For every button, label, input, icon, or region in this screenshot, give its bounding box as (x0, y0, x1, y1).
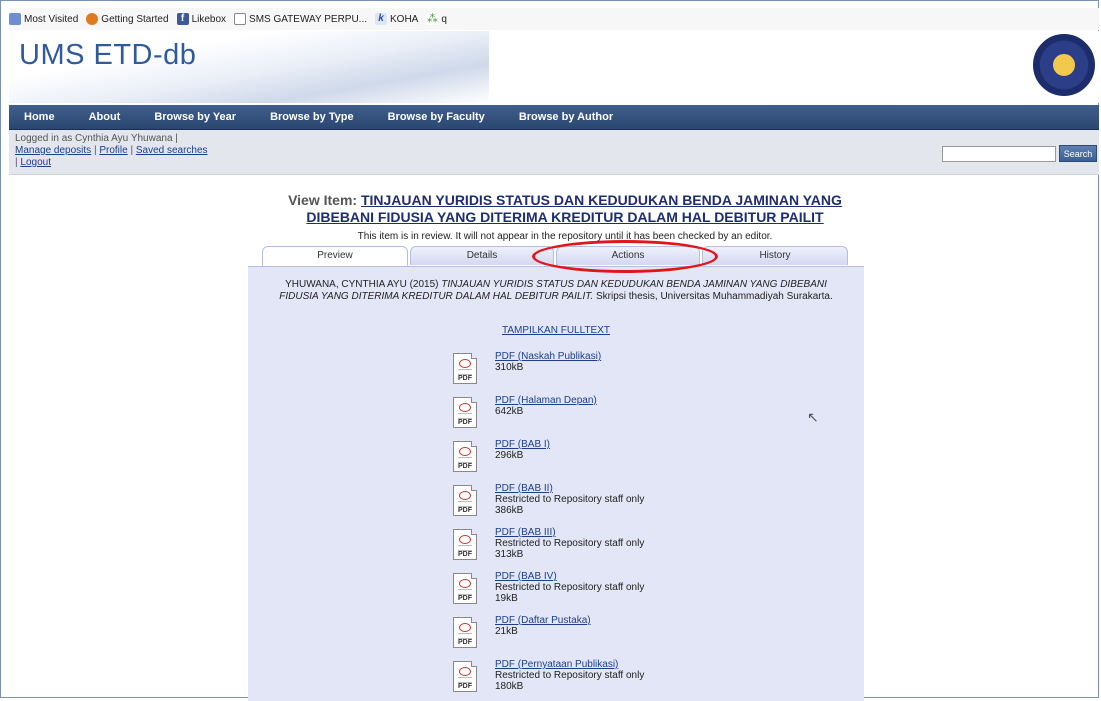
document-size: 296kB (495, 450, 524, 461)
citation-rest: Skripsi thesis, Universitas Muhammadiyah… (595, 291, 833, 302)
pdf-file-icon[interactable]: PDF (453, 573, 477, 604)
document-link[interactable]: PDF (BAB IV) (495, 571, 557, 582)
view-item-label: View Item: (288, 192, 358, 208)
account-links: Manage deposits | Profile | Saved search… (15, 145, 208, 156)
site-title[interactable]: UMS ETD-db (19, 39, 196, 72)
fulltext-link[interactable]: TAMPILKAN FULLTEXT (502, 325, 610, 336)
q-icon: ⁂ (426, 13, 439, 25)
search-button[interactable]: Search (1059, 145, 1097, 162)
document-size: 386kB (495, 505, 524, 516)
main-nav: Home About Browse by Year Browse by Type… (9, 105, 1099, 130)
pdf-file-icon[interactable]: PDF (453, 529, 477, 560)
logout-row: | Logout (15, 157, 51, 168)
most-visited-icon (9, 13, 21, 25)
citation-author: YHUWANA, CYNTHIA AYU (2015) (285, 279, 439, 290)
nav-home[interactable]: Home (9, 111, 72, 123)
document-link[interactable]: PDF (Naskah Publikasi) (495, 351, 601, 362)
bookmark-likebox[interactable]: f Likebox (176, 13, 226, 25)
document-link[interactable]: PDF (BAB I) (495, 439, 550, 450)
pdf-file-icon[interactable]: PDF (453, 397, 477, 428)
pdf-file-icon[interactable]: PDF (453, 661, 477, 692)
document-size: 313kB (495, 549, 524, 560)
pdf-file-icon[interactable]: PDF (453, 353, 477, 384)
login-status: Logged in as Cynthia Ayu Yhuwana | (15, 133, 178, 144)
manage-deposits-link[interactable]: Manage deposits (15, 145, 91, 156)
pdf-file-icon[interactable]: PDF (453, 441, 477, 472)
document-item: PDF PDF (Naskah Publikasi) 310kB (453, 351, 753, 391)
document-size: 21kB (495, 626, 518, 637)
restriction-note: Restricted to Repository staff only (495, 538, 645, 549)
login-bar: Logged in as Cynthia Ayu Yhuwana | Manag… (9, 130, 1099, 175)
document-item: PDF PDF (BAB II) Restricted to Repository… (453, 483, 753, 523)
document-link[interactable]: PDF (Halaman Depan) (495, 395, 597, 406)
nav-browse-by-year[interactable]: Browse by Year (137, 111, 253, 123)
document-link[interactable]: PDF (Pernyataan Publikasi) (495, 659, 618, 670)
citation: YHUWANA, CYNTHIA AYU (2015) TINJAUAN YUR… (268, 279, 844, 303)
pdf-file-icon[interactable]: PDF (453, 485, 477, 516)
tab-preview[interactable]: Preview (262, 246, 408, 266)
restriction-note: Restricted to Repository staff only (495, 494, 645, 505)
bookmark-getting-started[interactable]: Getting Started (86, 13, 169, 25)
profile-link[interactable]: Profile (99, 145, 127, 156)
preview-panel: YHUWANA, CYNTHIA AYU (2015) TINJAUAN YUR… (248, 266, 864, 701)
facebook-icon: f (176, 13, 189, 25)
document-item: PDF PDF (Daftar Pustaka) 21kB (453, 615, 753, 655)
tab-history[interactable]: History (702, 246, 848, 265)
bookmark-koha[interactable]: k KOHA (375, 13, 418, 25)
site-header: UMS ETD-db (9, 31, 1099, 103)
document-link[interactable]: PDF (Daftar Pustaka) (495, 615, 591, 626)
university-seal-icon (1033, 34, 1095, 96)
nav-about[interactable]: About (72, 111, 138, 123)
document-item: PDF PDF (BAB IV) Restricted to Repository… (453, 571, 753, 611)
document-size: 642kB (495, 406, 524, 417)
search-input[interactable] (942, 146, 1056, 162)
bookmarks-bar: Most Visited Getting Started f Likebox SM… (9, 8, 1099, 30)
fulltext-row: TAMPILKAN FULLTEXT (268, 325, 844, 336)
document-link[interactable]: PDF (BAB III) (495, 527, 556, 538)
restriction-note: Restricted to Repository staff only (495, 582, 645, 593)
item-title-link[interactable]: TINJAUAN YURIDIS STATUS DAN KEDUDUKAN BE… (306, 192, 842, 225)
nav-browse-by-author[interactable]: Browse by Author (502, 111, 630, 123)
logout-link[interactable]: Logout (20, 157, 51, 168)
restriction-note: Restricted to Repository staff only (495, 670, 645, 681)
bookmark-most-visited[interactable]: Most Visited (9, 13, 78, 25)
pdf-file-icon[interactable]: PDF (453, 617, 477, 648)
mouse-pointer-icon: ↖ (807, 409, 819, 425)
firefox-icon (86, 13, 99, 25)
koha-icon: k (375, 13, 388, 25)
page-title: View Item: TINJAUAN YURIDIS STATUS DAN K… (265, 192, 865, 226)
document-item: PDF PDF (BAB I) 296kB (453, 439, 753, 479)
review-notice: This item is in review. It will not appe… (357, 231, 773, 242)
document-item: PDF PDF (Pernyataan Publikasi) Restricted… (453, 659, 753, 699)
saved-searches-link[interactable]: Saved searches (136, 145, 208, 156)
bookmark-sms-gateway[interactable]: SMS GATEWAY PERPU... (234, 13, 367, 25)
document-item: PDF PDF (BAB III) Restricted to Repositor… (453, 527, 753, 567)
document-size: 180kB (495, 681, 524, 692)
document-item: PDF PDF (Halaman Depan) 642kB (453, 395, 753, 435)
bookmark-q[interactable]: ⁂ q (426, 13, 447, 25)
document-link[interactable]: PDF (BAB II) (495, 483, 553, 494)
document-size: 310kB (495, 362, 524, 373)
page-icon (234, 13, 247, 25)
document-size: 19kB (495, 593, 518, 604)
nav-browse-by-type[interactable]: Browse by Type (253, 111, 371, 123)
nav-browse-by-faculty[interactable]: Browse by Faculty (371, 111, 502, 123)
annotation-highlight (532, 240, 718, 273)
